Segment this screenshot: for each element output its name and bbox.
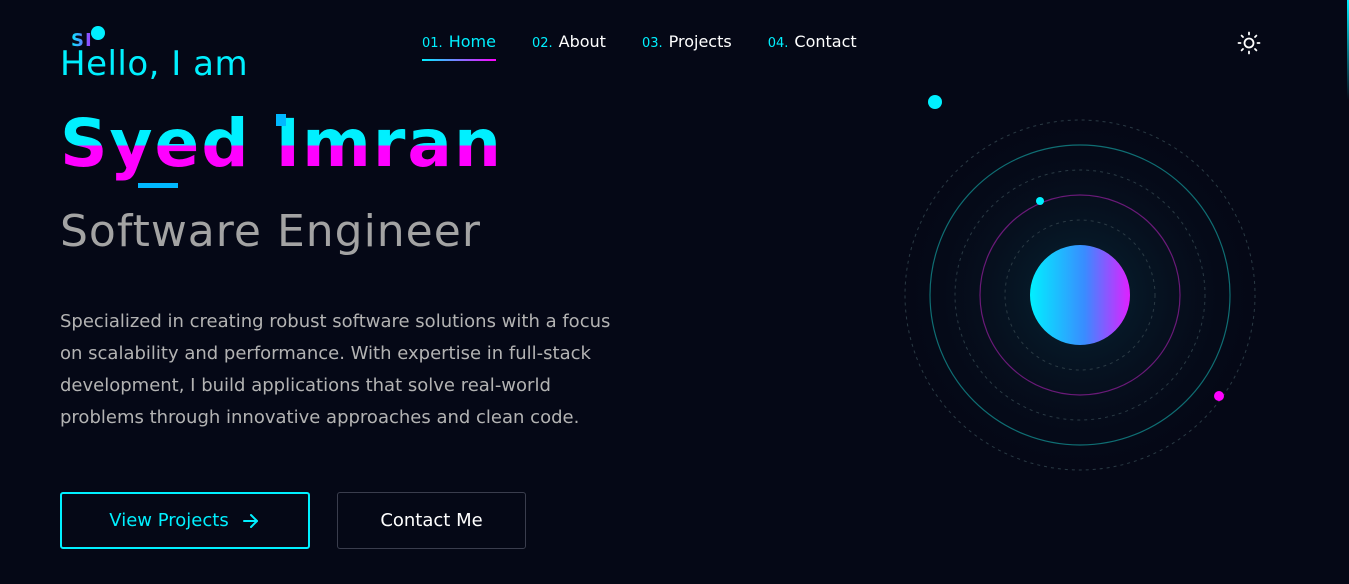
satellite-magenta bbox=[1214, 391, 1224, 401]
orbit-illustration bbox=[890, 95, 1270, 485]
satellite-cyan-small bbox=[1036, 197, 1044, 205]
glitch-accent bbox=[276, 114, 286, 126]
nav-item-home[interactable]: 01. Home bbox=[422, 32, 496, 61]
arrow-right-icon bbox=[242, 513, 258, 528]
nav-number: 03. bbox=[641, 36, 663, 51]
view-projects-label: View Projects bbox=[109, 510, 229, 531]
planet bbox=[1030, 245, 1130, 345]
nav-item-projects[interactable]: 03. Projects bbox=[642, 32, 732, 61]
theme-toggle-button[interactable] bbox=[1237, 31, 1261, 55]
nav-label: Home bbox=[448, 32, 496, 51]
main-nav: 01. Home 02. About 03. Projects 04. Contact bbox=[422, 32, 857, 61]
contact-me-button[interactable]: Contact Me bbox=[337, 492, 526, 549]
nav-item-contact[interactable]: 04. Contact bbox=[768, 32, 857, 61]
nav-number: 02. bbox=[531, 36, 553, 51]
sun-icon bbox=[1237, 31, 1261, 55]
nav-item-about[interactable]: 02. About bbox=[532, 32, 606, 61]
nav-number: 04. bbox=[767, 36, 789, 51]
hero-page: SI 01. Home 02. About 03. Projects 04. Conta… bbox=[0, 0, 1349, 584]
logo-dot bbox=[91, 26, 105, 40]
hero-greeting: Hello, I am bbox=[60, 44, 249, 84]
hero-description: Specialized in creating robust software … bbox=[60, 311, 611, 428]
nav-label: Projects bbox=[668, 32, 732, 51]
hero-role: Software Engineer bbox=[60, 206, 481, 257]
satellite-cyan-large bbox=[928, 95, 942, 109]
active-underline bbox=[422, 59, 496, 61]
nav-number: 01. bbox=[422, 36, 443, 51]
contact-me-label: Contact Me bbox=[380, 510, 483, 531]
nav-label: Contact bbox=[794, 32, 857, 51]
view-projects-button[interactable]: View Projects bbox=[60, 492, 310, 549]
nav-label: About bbox=[558, 32, 606, 51]
glitch-accent bbox=[138, 183, 178, 188]
